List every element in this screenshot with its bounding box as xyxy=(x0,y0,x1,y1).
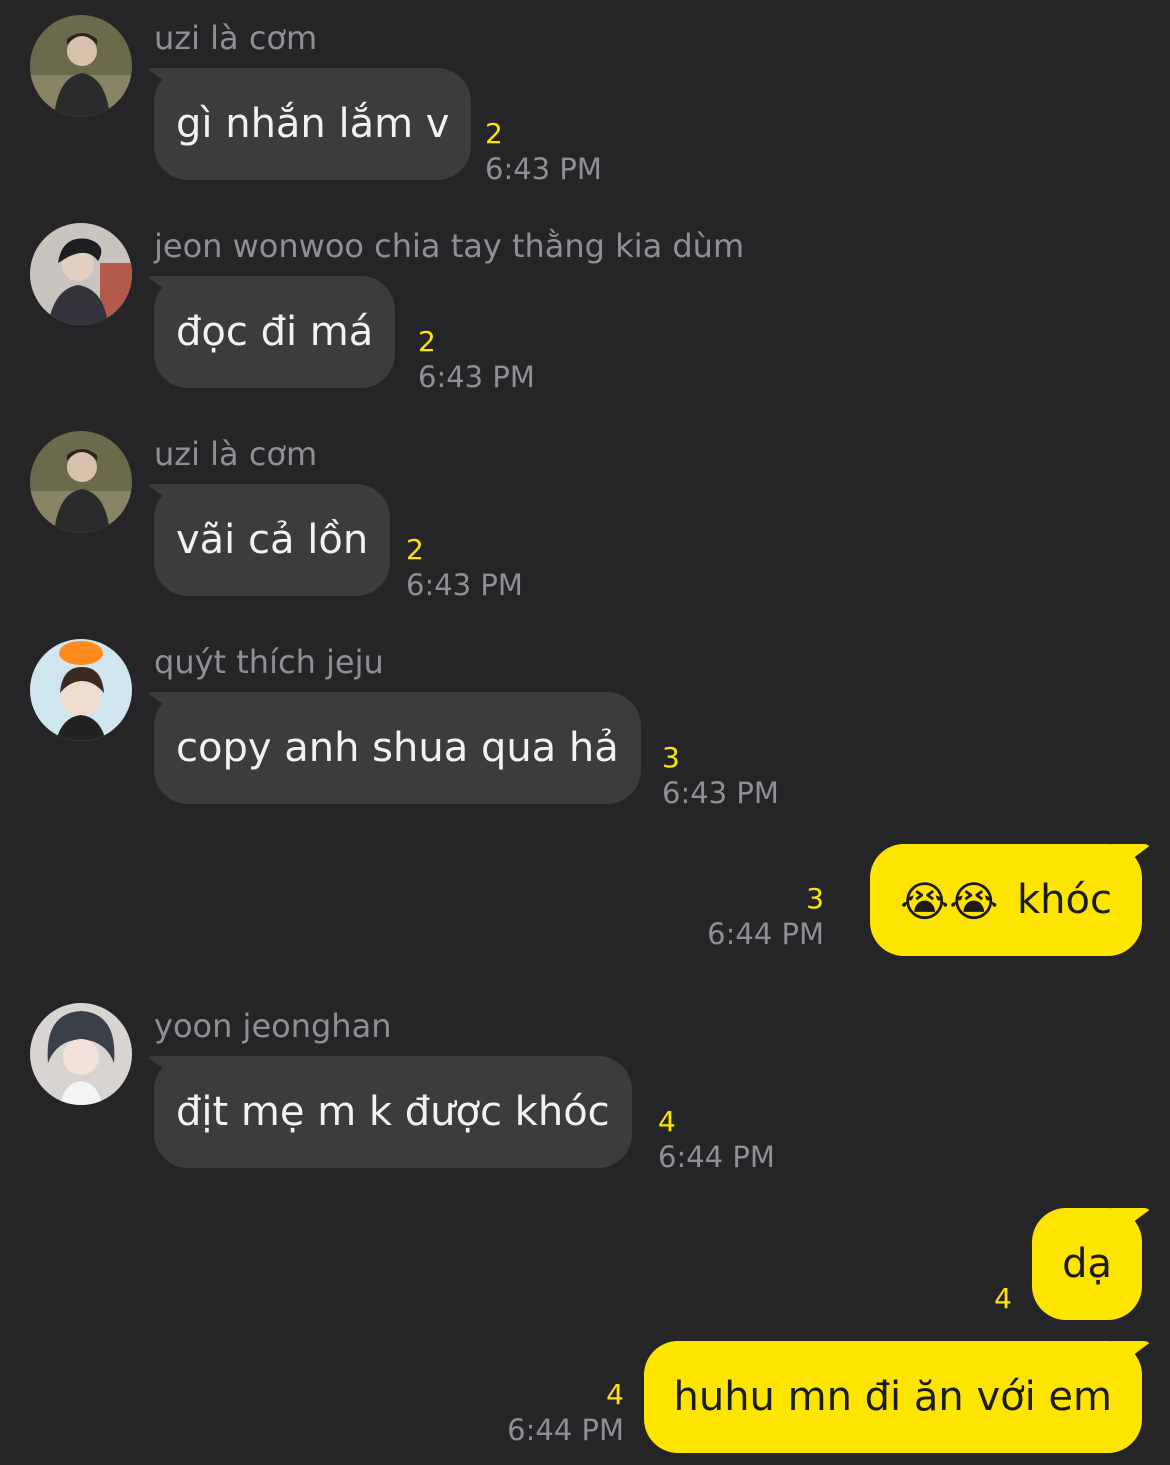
message-bubble[interactable]: đọc đi má xyxy=(154,276,396,388)
message-bubble[interactable]: địt mẹ m k được khóc xyxy=(154,1056,632,1168)
unread-count: 4 xyxy=(994,1282,1012,1315)
unread-count: 2 xyxy=(406,533,424,566)
sender-name: uzi là cơm xyxy=(154,19,318,57)
avatar-photo-icon xyxy=(30,431,132,533)
unread-count: 3 xyxy=(662,741,680,774)
avatar[interactable] xyxy=(30,431,132,533)
avatar-photo-icon xyxy=(30,1003,132,1105)
avatar-photo-icon xyxy=(30,223,132,325)
avatar[interactable] xyxy=(30,15,132,117)
message-time: 6:43 PM xyxy=(418,360,535,394)
message-bubble[interactable]: copy anh shua qua hả xyxy=(154,692,641,804)
message-time: 6:44 PM xyxy=(658,1140,775,1174)
sender-name: jeon wonwoo chia tay thằng kia dùm xyxy=(154,227,745,265)
avatar-photo-icon xyxy=(30,639,132,741)
avatar[interactable] xyxy=(30,223,132,325)
message-bubble[interactable]: vãi cả lồn xyxy=(154,484,391,596)
message-text: khóc xyxy=(1017,877,1112,923)
sender-name: quýt thích jeju xyxy=(154,643,384,681)
message-bubble[interactable]: 😭😭 khóc xyxy=(870,844,1142,956)
unread-count: 3 xyxy=(806,882,824,915)
avatar[interactable] xyxy=(30,1003,132,1105)
message-bubble[interactable]: gì nhắn lắm v xyxy=(154,68,472,180)
crying-face-emoji-icon: 😭😭 xyxy=(900,877,999,926)
message-bubble[interactable]: huhu mn đi ăn với em xyxy=(643,1341,1142,1453)
message-time: 6:44 PM xyxy=(707,917,824,951)
message-time: 6:44 PM xyxy=(507,1413,624,1447)
message-time: 6:43 PM xyxy=(406,568,523,602)
message-bubble[interactable]: dạ xyxy=(1032,1208,1142,1320)
sender-name: yoon jeonghan xyxy=(154,1007,392,1045)
avatar-photo-icon xyxy=(30,15,132,117)
message-time: 6:43 PM xyxy=(485,152,602,186)
unread-count: 2 xyxy=(418,325,436,358)
sender-name: uzi là cơm xyxy=(154,435,318,473)
unread-count: 2 xyxy=(485,117,503,150)
message-time: 6:43 PM xyxy=(662,776,779,810)
unread-count: 4 xyxy=(606,1378,624,1411)
unread-count: 4 xyxy=(658,1105,676,1138)
avatar[interactable] xyxy=(30,639,132,741)
